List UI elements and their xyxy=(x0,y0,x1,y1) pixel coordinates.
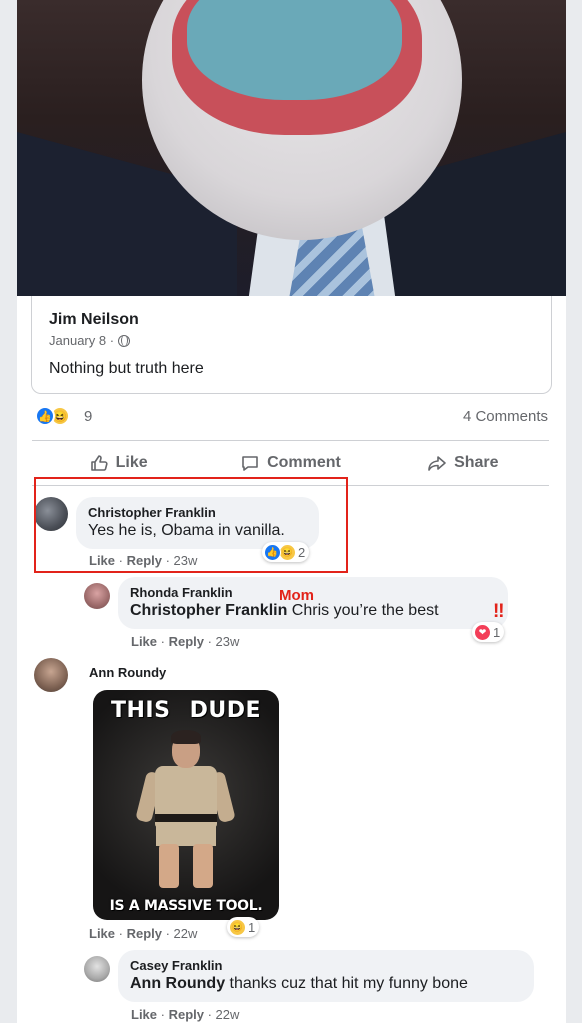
comment-reply-link[interactable]: Reply xyxy=(127,926,162,941)
like-icon: 👍 xyxy=(264,543,281,561)
reply-reply-link[interactable]: Reply xyxy=(169,634,204,649)
comment-like-link[interactable]: Like xyxy=(89,926,115,941)
reaction-count[interactable]: 9 xyxy=(84,408,92,425)
love-icon: ❤ xyxy=(474,623,491,641)
like-icon: 👍 xyxy=(35,406,55,426)
reply-bubble: Casey Franklin Ann Roundy thanks cuz tha… xyxy=(118,950,534,1002)
reply-text-body: thanks cuz that hit my funny bone xyxy=(225,975,468,992)
mom-annotation: Mom xyxy=(279,587,314,604)
highlight-box xyxy=(34,477,348,573)
commenter-name[interactable]: Ann Roundy xyxy=(89,665,166,680)
avatar[interactable] xyxy=(84,583,110,609)
globe-icon xyxy=(118,334,131,347)
haha-icon: 😆 xyxy=(229,918,246,936)
like-button-label: Like xyxy=(115,454,148,471)
reply-text-body: Chris you’re the best xyxy=(287,602,439,619)
reply-like-link[interactable]: Like xyxy=(131,634,157,649)
exclamation-annotation: ‼ xyxy=(493,601,505,622)
comment-button-label: Comment xyxy=(267,454,341,471)
shared-post-text: Nothing but truth here xyxy=(49,360,204,377)
thumbs-up-icon xyxy=(90,455,108,471)
shared-post-box[interactable]: Jim Neilson January 8 · Nothing but trut… xyxy=(31,296,552,394)
reply-like-link[interactable]: Like xyxy=(131,1007,157,1022)
share-button-label: Share xyxy=(454,454,499,471)
commenter-name[interactable]: Casey Franklin xyxy=(130,958,522,973)
reply-reactions[interactable]: ❤ 1 xyxy=(472,622,505,642)
meme-reaction-count: 1 xyxy=(248,919,256,935)
meme-image[interactable]: THIS DUDE IS A MASSIVE TOOL. xyxy=(93,690,279,920)
reply-time[interactable]: 22w xyxy=(216,1007,240,1022)
avatar[interactable] xyxy=(34,658,68,692)
reply-reply-link[interactable]: Reply xyxy=(169,1007,204,1022)
reactions-summary: 👍 😆 9 4 Comments xyxy=(35,404,548,430)
avatar[interactable] xyxy=(84,956,110,982)
post-card: Jim Neilson January 8 · Nothing but trut… xyxy=(17,0,566,1023)
meme-top-right: DUDE xyxy=(189,698,261,723)
comment-time[interactable]: 22w xyxy=(174,926,198,941)
meme-top-text: THIS DUDE xyxy=(93,698,279,723)
meme-reactions[interactable]: 😆 1 xyxy=(227,917,260,937)
reaction-icons[interactable]: 👍 😆 xyxy=(35,406,70,426)
like-button[interactable]: Like xyxy=(32,446,204,480)
reply-time[interactable]: 23w xyxy=(216,634,240,649)
comment-button[interactable]: Comment xyxy=(204,446,376,480)
reply-reaction-count: 1 xyxy=(493,624,501,640)
post-actions: Like Comment Share xyxy=(32,446,549,480)
meme-top-left: THIS xyxy=(111,698,171,723)
shared-post-date: January 8 · xyxy=(49,333,131,348)
reply-meta: Like · Reply · 23w xyxy=(131,634,240,649)
reply-text: Christopher Franklin Chris you’re the be… xyxy=(130,602,496,620)
reply-text: Ann Roundy thanks cuz that hit my funny … xyxy=(130,975,522,993)
haha-icon: 😆 xyxy=(279,543,296,561)
comments-count[interactable]: 4 Comments xyxy=(463,408,548,425)
comment-meta: Like · Reply · 22w xyxy=(89,926,198,941)
comment-icon xyxy=(242,456,258,471)
meme-bottom-text: IS A MASSIVE TOOL. xyxy=(109,898,263,914)
mention[interactable]: Ann Roundy xyxy=(130,975,225,992)
shared-post-author[interactable]: Jim Neilson xyxy=(49,311,139,329)
divider xyxy=(32,440,549,441)
reply-meta: Like · Reply · 22w xyxy=(131,1007,240,1022)
shared-post-photo[interactable] xyxy=(17,0,566,296)
share-icon xyxy=(428,456,446,471)
mention[interactable]: Christopher Franklin xyxy=(130,602,287,619)
shared-post-date-text[interactable]: January 8 · xyxy=(49,333,114,348)
share-button[interactable]: Share xyxy=(377,446,549,480)
